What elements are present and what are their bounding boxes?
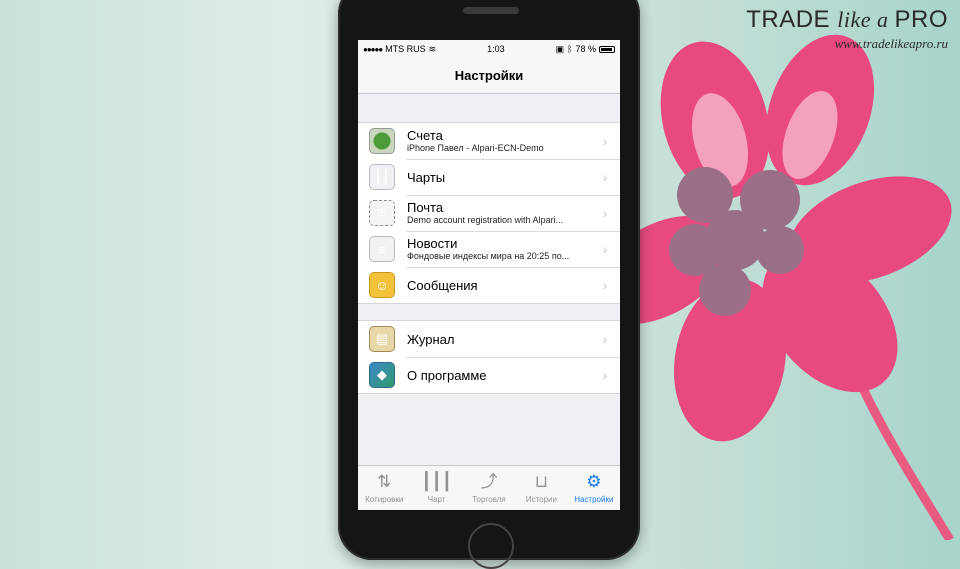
quotes-icon: ⇅ xyxy=(377,472,392,491)
candlestick-icon: ┃┃ xyxy=(369,164,395,190)
chart-icon: ┃┃┃ xyxy=(421,472,452,491)
about-icon: ◆ xyxy=(369,362,395,388)
nav-bar: Настройки xyxy=(358,58,620,94)
chevron-right-icon: › xyxy=(602,277,608,293)
brand-logo: TRADE like a PRO www.tradelikeapro.ru xyxy=(746,6,948,52)
chevron-right-icon: › xyxy=(602,169,608,185)
status-bar: ●●●●● MTS RUS ≋ 1:03 ▣ ᛒ 78 % xyxy=(358,40,620,58)
settings-item-messages[interactable]: ☺ Сообщения › xyxy=(358,267,620,303)
tab-bar: ⇅ Котировки ┃┃┃ Чарт ⤴ Торговля ⊔ Истори… xyxy=(358,465,620,510)
history-icon: ⊔ xyxy=(534,472,549,491)
phone-screen: ●●●●● MTS RUS ≋ 1:03 ▣ ᛒ 78 % Настройки … xyxy=(358,40,620,510)
settings-item-news[interactable]: ≡ Новости Фондовые индексы мира на 20:25 … xyxy=(358,231,620,267)
clock: 1:03 xyxy=(487,44,505,54)
home-button[interactable] xyxy=(468,523,514,569)
settings-group-2: ▤ Журнал › ◆ О программе › xyxy=(358,320,620,394)
screen-lock-icon: ▣ xyxy=(555,43,565,54)
settings-item-mail[interactable]: ✉ Почта Demo account registration with Al… xyxy=(358,195,620,231)
bluetooth-icon: ᛒ xyxy=(567,44,573,54)
chevron-right-icon: › xyxy=(602,367,608,383)
settings-item-about[interactable]: ◆ О программе › xyxy=(358,357,620,393)
trade-icon: ⤴ xyxy=(480,472,498,491)
battery-label: 78 % xyxy=(575,44,596,54)
brand-title: TRADE like a PRO xyxy=(746,6,948,33)
battery-icon xyxy=(599,45,615,53)
accounts-icon xyxy=(369,128,395,154)
signal-icon: ●●●●● xyxy=(363,44,383,54)
chevron-right-icon: › xyxy=(602,205,608,221)
carrier-label: MTS RUS xyxy=(385,44,426,54)
settings-item-charts[interactable]: ┃┃ Чарты › xyxy=(358,159,620,195)
chevron-right-icon: › xyxy=(602,331,608,347)
wifi-icon: ≋ xyxy=(428,43,437,54)
messages-icon: ☺ xyxy=(369,272,395,298)
settings-item-journal[interactable]: ▤ Журнал › xyxy=(358,321,620,357)
journal-icon: ▤ xyxy=(369,326,395,352)
brand-url: www.tradelikeapro.ru xyxy=(834,36,948,51)
background-flower xyxy=(620,34,954,540)
tab-quotes[interactable]: ⇅ Котировки xyxy=(358,466,410,510)
chevron-right-icon: › xyxy=(602,133,608,149)
settings-item-accounts[interactable]: Счета iPhone Павел - Alpari-ECN-Demo › xyxy=(358,123,620,159)
mail-icon: ✉ xyxy=(369,200,395,226)
tab-trade[interactable]: ⤴ Торговля xyxy=(463,466,515,510)
phone-speaker xyxy=(463,7,519,14)
news-icon: ≡ xyxy=(369,236,395,262)
settings-group-1: Счета iPhone Павел - Alpari-ECN-Demo › ┃┃… xyxy=(358,122,620,304)
settings-gear-icon: ⚙ xyxy=(586,472,602,491)
tab-history[interactable]: ⊔ Истории xyxy=(515,466,567,510)
tab-chart[interactable]: ┃┃┃ Чарт xyxy=(410,466,462,510)
page-title: Настройки xyxy=(454,68,524,83)
tab-settings[interactable]: ⚙ Настройки xyxy=(568,466,620,510)
chevron-right-icon: › xyxy=(602,241,608,257)
